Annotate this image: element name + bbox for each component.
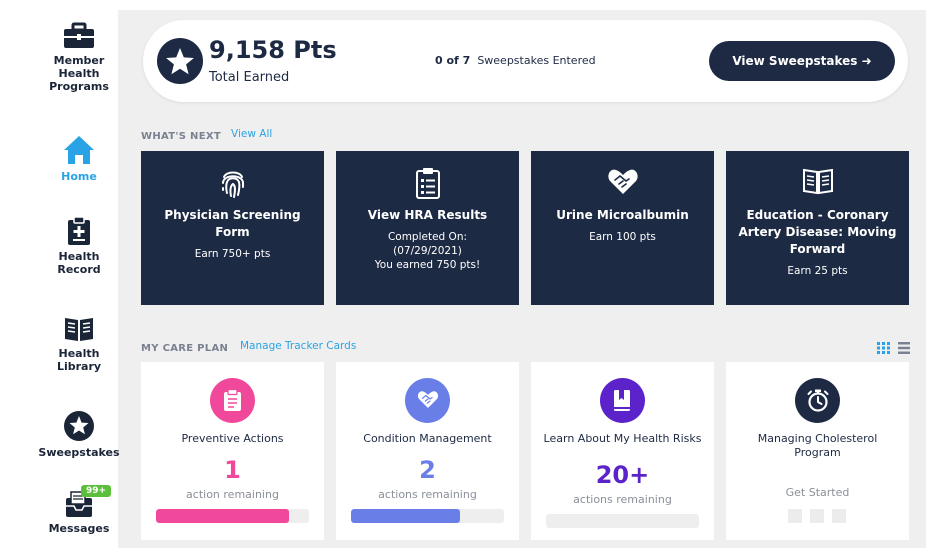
- card-title: Condition Management: [363, 432, 492, 445]
- actions-remaining-label: actions remaining: [378, 488, 477, 501]
- progress-bar: [351, 509, 504, 523]
- star-icon: [64, 411, 94, 441]
- card-icon-circle: [795, 378, 840, 423]
- points-total: 9,158 Pts: [209, 36, 337, 64]
- step-placeholder: [788, 509, 802, 523]
- list-view-icon[interactable]: [898, 342, 910, 354]
- progress-bar: [156, 509, 309, 523]
- sweepstakes-label: Sweepstakes Entered: [477, 54, 596, 67]
- progress-fill: [351, 509, 460, 523]
- card-title: Managing Cholesterol Program: [757, 432, 878, 459]
- points-star-badge: [157, 38, 203, 84]
- actions-count: 20+: [595, 461, 650, 489]
- care-card-managing-cholesterol[interactable]: Managing Cholesterol Program Get Started: [726, 362, 909, 540]
- step-placeholder: [810, 509, 824, 523]
- view-all-link[interactable]: View All: [231, 128, 272, 140]
- manage-tracker-cards-link[interactable]: Manage Tracker Cards: [240, 340, 356, 352]
- clipboard-list-icon: [415, 168, 440, 199]
- home-icon: [64, 136, 94, 164]
- points-banner: 9,158 Pts Total Earned 0 of 7 Sweepstake…: [143, 20, 908, 102]
- care-plan-heading: MY CARE PLAN: [141, 343, 229, 354]
- card-subtitle: Earn 25 pts: [787, 265, 848, 277]
- clipboard-plus-icon: [68, 216, 90, 245]
- points-label: Total Earned: [209, 70, 290, 85]
- sidebar-item-label: Health Record: [57, 250, 101, 276]
- grid-view-icon[interactable]: [877, 342, 890, 354]
- sidebar-item-label: Health Library: [56, 347, 102, 373]
- book-icon: [65, 318, 93, 341]
- handshake-heart-icon: [417, 391, 439, 408]
- sweepstakes-count: 0 of 7: [435, 54, 471, 67]
- progress-bar: [546, 514, 699, 528]
- actions-count: 2: [419, 456, 436, 484]
- clipboard-icon: [224, 389, 241, 411]
- whats-next-card-physician-screening[interactable]: Physician Screening Form Earn 750+ pts: [141, 151, 324, 305]
- sidebar-item-messages[interactable]: 99+ Messages: [34, 485, 124, 535]
- card-title: Education - Coronary Artery Disease: Mov…: [738, 208, 897, 256]
- actions-remaining-label: actions remaining: [573, 493, 672, 506]
- card-icon-circle: [405, 378, 450, 423]
- sidebar: Member Health Programs Home Health Recor…: [0, 0, 120, 548]
- whats-next-heading: WHAT'S NEXT: [141, 131, 221, 142]
- card-subtitle: Earn 750+ pts: [194, 248, 271, 260]
- unread-badge: 99+: [81, 485, 112, 497]
- briefcase-icon: [64, 22, 94, 48]
- card-title: Learn About My Health Risks: [543, 432, 702, 445]
- sidebar-item-label: Messages: [48, 522, 110, 535]
- view-sweepstakes-button[interactable]: View Sweepstakes ➜: [709, 41, 895, 81]
- star-icon: [166, 48, 194, 75]
- progress-fill: [156, 509, 290, 523]
- care-card-preventive-actions[interactable]: Preventive Actions 1 action remaining: [141, 362, 324, 540]
- fingerprint-icon: [221, 171, 244, 198]
- actions-count: 1: [224, 456, 241, 484]
- card-subtitle: Earn 100 pts: [589, 231, 656, 243]
- card-title: Preventive Actions: [181, 432, 284, 445]
- whats-next-card-urine-microalbumin[interactable]: Urine Microalbumin Earn 100 pts: [531, 151, 714, 305]
- card-subtitle: Completed On: (07/29/2021) You earned 75…: [374, 231, 481, 271]
- card-icon-circle: [600, 378, 645, 423]
- whats-next-card-education-cad[interactable]: Education - Coronary Artery Disease: Mov…: [726, 151, 909, 305]
- card-title: View HRA Results: [367, 208, 488, 222]
- sidebar-item-sweepstakes[interactable]: Sweepstakes: [34, 410, 124, 459]
- sidebar-item-label: Member Health Programs: [49, 54, 109, 93]
- open-book-icon: [802, 168, 833, 195]
- care-card-health-risks[interactable]: Learn About My Health Risks 20+ actions …: [531, 362, 714, 540]
- sidebar-item-label: Home: [61, 170, 97, 183]
- sidebar-item-home[interactable]: Home: [34, 134, 124, 183]
- card-title: Physician Screening Form: [164, 208, 301, 239]
- actions-remaining-label: action remaining: [186, 488, 279, 501]
- card-title: Urine Microalbumin: [556, 208, 689, 222]
- sidebar-item-health-record[interactable]: Health Record: [34, 216, 124, 276]
- care-card-condition-management[interactable]: Condition Management 2 actions remaining: [336, 362, 519, 540]
- step-placeholder: [832, 509, 846, 523]
- card-icon-circle: [210, 378, 255, 423]
- handshake-heart-icon: [607, 169, 638, 194]
- sidebar-item-label: Sweepstakes: [38, 446, 120, 459]
- stopwatch-icon: [807, 389, 829, 412]
- sidebar-item-health-library[interactable]: Health Library: [34, 315, 124, 373]
- sidebar-item-member-health-programs[interactable]: Member Health Programs: [34, 22, 124, 93]
- sweepstakes-status: 0 of 7 Sweepstakes Entered: [435, 54, 596, 67]
- whats-next-card-hra-results[interactable]: View HRA Results Completed On: (07/29/20…: [336, 151, 519, 305]
- get-started-label: Get Started: [785, 486, 850, 499]
- bookmark-book-icon: [614, 390, 630, 411]
